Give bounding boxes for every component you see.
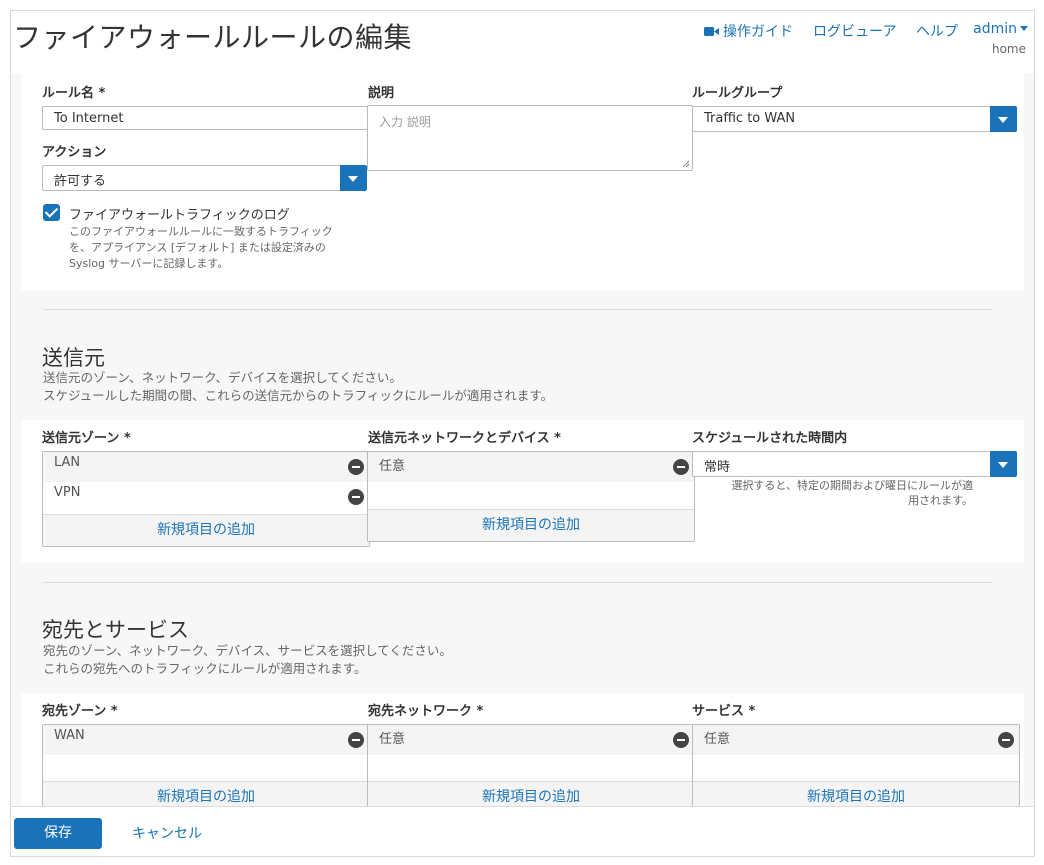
list-item-label: WAN <box>54 728 85 743</box>
user-domain: home <box>991 42 1026 56</box>
guide-link[interactable]: 操作ガイド <box>704 21 793 41</box>
log-viewer-link[interactable]: ログビューア <box>813 21 896 41</box>
rule-name-input[interactable]: To Internet <box>42 106 368 130</box>
description-textarea[interactable]: 入力 説明 <box>367 105 693 171</box>
rule-group-select[interactable]: Traffic to WAN <box>692 106 1017 132</box>
rule-name-label: ルール名 * <box>42 86 106 101</box>
rule-group-value: Traffic to WAN <box>704 111 796 126</box>
save-button[interactable]: 保存 <box>14 818 102 849</box>
description-label: 説明 <box>368 86 395 101</box>
remove-icon[interactable] <box>673 459 689 475</box>
source-desc-2: スケジュールした期間の間、これらの送信元からのトラフィックにルールが適用されます… <box>43 388 554 403</box>
list-item: WAN <box>43 725 369 755</box>
list-item: VPN <box>43 482 369 512</box>
services-list: 任意 新規項目の追加 <box>692 724 1020 814</box>
list-item: LAN <box>43 452 369 482</box>
action-select[interactable]: 許可する <box>42 165 367 191</box>
page-header: ファイアウォールルールの編集 操作ガイド ログビューア ヘルプ admin ho… <box>11 11 1034 73</box>
add-item-button[interactable]: 新規項目の追加 <box>368 509 694 541</box>
divider <box>43 582 993 583</box>
list-item-label: 任意 <box>379 732 406 747</box>
description-placeholder: 入力 説明 <box>379 115 431 129</box>
destination-title: 宛先とサービス <box>42 618 189 642</box>
services-label: サービス * <box>692 704 756 719</box>
chevron-down-icon[interactable] <box>990 451 1017 477</box>
destination-desc-1: 宛先のゾーン、ネットワーク、デバイス、サービスを選択してください。 <box>43 643 452 658</box>
list-item-label: LAN <box>54 455 81 470</box>
list-item: 任意 <box>693 725 1019 755</box>
destination-zones-list: WAN 新規項目の追加 <box>42 724 370 814</box>
remove-icon[interactable] <box>348 459 364 475</box>
log-traffic-description: このファイアウォールルールに一致するトラフィックを、アプライアンス [デフォルト… <box>69 225 333 270</box>
source-zones-label: 送信元ゾーン * <box>42 431 131 446</box>
chevron-down-icon[interactable] <box>340 165 367 191</box>
add-item-button[interactable]: 新規項目の追加 <box>43 514 369 546</box>
schedule-label: スケジュールされた時間内 <box>692 431 848 446</box>
source-title: 送信元 <box>42 346 105 370</box>
remove-icon[interactable] <box>673 732 689 748</box>
main-window: ファイアウォールルールの編集 操作ガイド ログビューア ヘルプ admin ho… <box>10 10 1035 857</box>
destination-networks-label: 宛先ネットワーク * <box>368 704 484 719</box>
chevron-down-icon[interactable] <box>990 106 1017 132</box>
destination-networks-list: 任意 新規項目の追加 <box>367 724 695 814</box>
user-menu[interactable]: admin <box>973 21 1028 37</box>
schedule-hint: 選択すると、特定の期間および曜日にルールが適用されます。 <box>731 479 973 507</box>
action-label: アクション <box>42 145 107 160</box>
rule-group-label: ルールグループ <box>692 86 783 101</box>
destination-zones-label: 宛先ゾーン * <box>42 704 118 719</box>
help-link[interactable]: ヘルプ <box>916 21 958 41</box>
video-camera-icon <box>704 27 719 36</box>
divider <box>43 309 993 310</box>
source-networks-list: 任意 新規項目の追加 <box>367 451 695 542</box>
guide-link-label: 操作ガイド <box>723 24 793 40</box>
remove-icon[interactable] <box>998 732 1014 748</box>
user-name: admin <box>973 21 1017 37</box>
action-value: 許可する <box>54 174 107 189</box>
page-title: ファイアウォールルールの編集 <box>13 21 413 54</box>
remove-icon[interactable] <box>348 732 364 748</box>
resize-grip-icon[interactable] <box>682 160 690 168</box>
log-traffic-label: ファイアウォールトラフィックのログ <box>69 208 290 223</box>
schedule-select[interactable]: 常時 <box>692 451 1017 477</box>
cancel-button[interactable]: キャンセル <box>132 823 202 843</box>
list-item: 任意 <box>368 452 694 482</box>
source-networks-label: 送信元ネットワークとデバイス * <box>368 431 561 446</box>
source-zones-list: LAN VPN 新規項目の追加 <box>42 451 370 547</box>
destination-desc-2: これらの宛先へのトラフィックにルールが適用されます。 <box>43 661 367 676</box>
schedule-value: 常時 <box>704 460 731 475</box>
source-desc-1: 送信元のゾーン、ネットワーク、デバイスを選択してください。 <box>43 370 402 385</box>
list-item-label: 任意 <box>379 459 406 474</box>
list-item-label: 任意 <box>704 732 731 747</box>
remove-icon[interactable] <box>348 489 364 505</box>
chevron-down-icon <box>1020 26 1028 31</box>
footer-bar: 保存 キャンセル <box>11 806 1034 856</box>
list-item-label: VPN <box>54 485 81 500</box>
log-traffic-checkbox[interactable] <box>43 204 60 221</box>
list-item: 任意 <box>368 725 694 755</box>
